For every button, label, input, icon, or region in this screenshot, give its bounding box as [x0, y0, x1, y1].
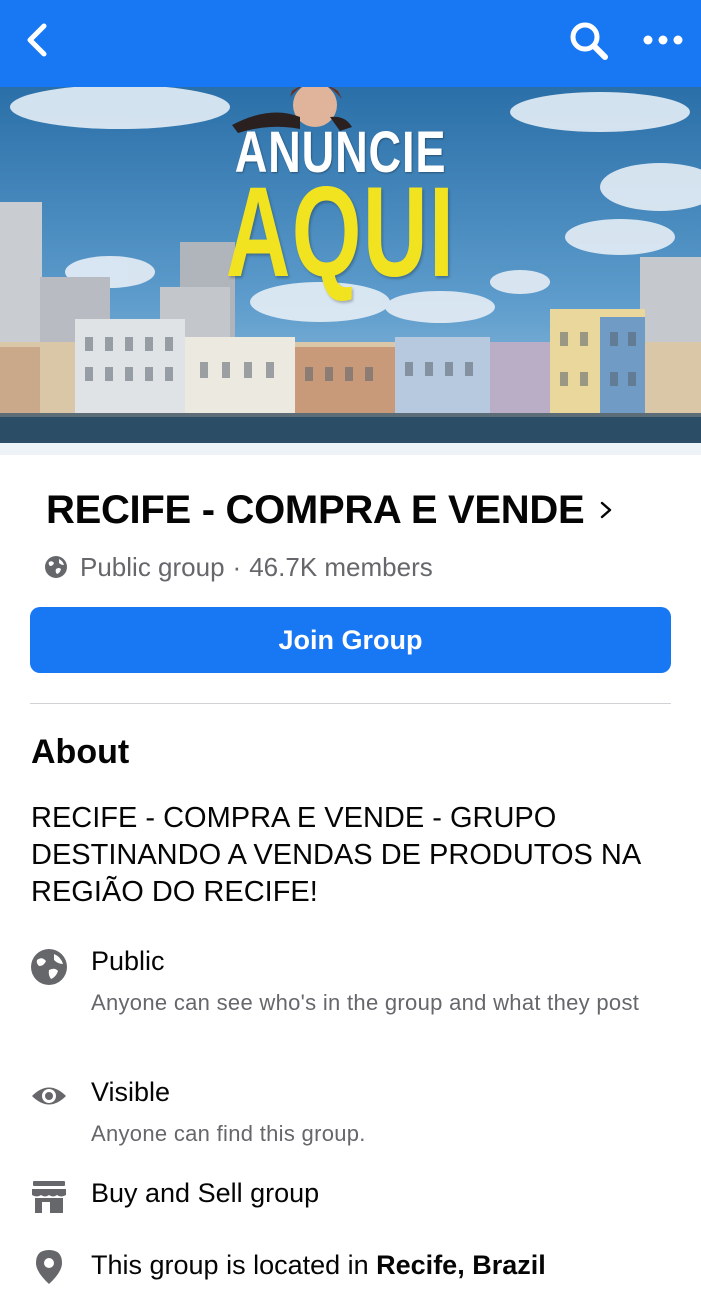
member-count[interactable]: 46.7K members: [249, 552, 433, 583]
section-divider: [30, 703, 671, 704]
join-group-button[interactable]: Join Group: [30, 607, 671, 673]
cover-bottom-strip: [0, 443, 701, 455]
chevron-right-icon: [601, 501, 612, 519]
location-pin-icon: [36, 1250, 62, 1284]
info-item-visible: Visible Anyone can find this group.: [30, 1077, 680, 1147]
info-subtitle: Anyone can find this group.: [91, 1121, 366, 1146]
info-title: Visible: [91, 1077, 171, 1107]
info-title: Public: [91, 946, 165, 976]
location-prefix: This group is located in: [91, 1250, 377, 1280]
location-name[interactable]: Recife, Brazil: [376, 1250, 546, 1280]
group-meta: Public group · 46.7K members: [44, 550, 433, 584]
info-item-buy-sell: Buy and Sell group: [30, 1178, 680, 1218]
group-title-row[interactable]: RECIFE - COMPRA E VENDE: [46, 482, 686, 538]
store-icon: [32, 1181, 66, 1213]
info-item-location: This group is located in Recife, Brazil: [30, 1250, 680, 1290]
chevron-left-icon[interactable]: [18, 20, 58, 60]
search-icon[interactable]: [566, 18, 612, 64]
about-description: RECIFE - COMPRA E VENDE - GRUPO DESTINAN…: [31, 802, 640, 908]
privacy-label: Public group: [80, 551, 225, 582]
info-title: This group is located in Recife, Brazil: [91, 1250, 546, 1281]
meta-separator: ·: [232, 551, 242, 582]
eye-icon: [32, 1087, 66, 1105]
cover-text-line2: AQUI: [225, 161, 456, 304]
info-item-public: Public Anyone can see who's in the group…: [30, 946, 680, 1046]
top-navigation-bar: [0, 0, 701, 87]
about-heading: About: [31, 733, 130, 771]
info-title: Buy and Sell group: [91, 1178, 320, 1208]
cover-photo[interactable]: ANUNCIE AQUI: [0, 87, 701, 443]
info-subtitle: Anyone can see who's in the group and wh…: [91, 990, 640, 1015]
group-name: RECIFE - COMPRA E VENDE: [46, 487, 585, 532]
globe-icon: [45, 556, 67, 578]
globe-icon: [31, 949, 67, 985]
more-icon[interactable]: [638, 22, 690, 58]
